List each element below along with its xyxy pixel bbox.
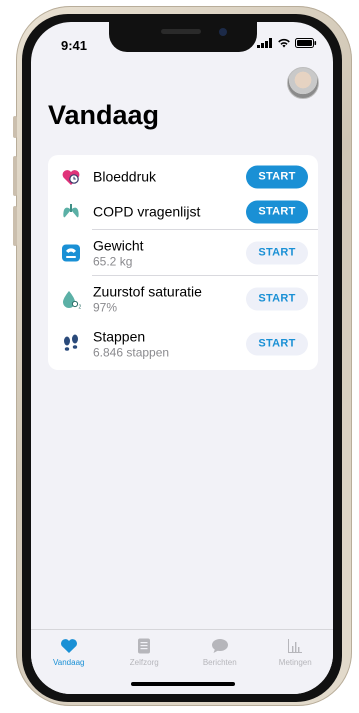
task-list: Bloeddruk START COPD vragenlijst START G… (48, 155, 318, 370)
battery-icon (295, 38, 317, 48)
screen: 9:41 Vandaag Bloeddruk START COPD vragen… (31, 22, 333, 694)
item-label: Stappen (93, 328, 146, 344)
volume-up-button (13, 156, 17, 196)
item-label: Gewicht (93, 237, 144, 253)
heart-icon (60, 639, 77, 653)
volume-down-button (13, 206, 17, 246)
start-button[interactable]: START (246, 200, 308, 223)
silent-switch (13, 116, 17, 138)
list-item[interactable]: Bloeddruk START (48, 159, 318, 194)
signal-icon (257, 38, 272, 48)
camera (219, 28, 227, 36)
wifi-icon (278, 38, 290, 48)
status-icons (257, 38, 317, 48)
tab-label: Berichten (202, 658, 237, 667)
chat-bubble-icon (211, 639, 228, 653)
lungs-icon (63, 203, 79, 217)
item-value: 97% (93, 300, 118, 314)
tab-label: Metingen (278, 658, 312, 667)
item-label: Bloeddruk (93, 168, 157, 184)
home-indicator (131, 682, 235, 686)
start-button[interactable]: START (246, 165, 308, 188)
start-button[interactable]: START (246, 287, 308, 310)
item-label: COPD vragenlijst (93, 203, 201, 219)
document-icon (138, 638, 151, 654)
page-title: Vandaag (48, 100, 160, 130)
heart-clock-icon (62, 169, 80, 185)
item-label: Zuurstof saturatie (93, 283, 202, 299)
oxygen-drop-icon: 2 (63, 290, 82, 309)
list-item[interactable]: COPD vragenlijst START (48, 194, 318, 229)
list-item[interactable]: Gewicht 65.2 kg START (48, 230, 318, 275)
bar-chart-icon (288, 639, 303, 653)
tab-metingen[interactable]: Metingen (258, 630, 334, 694)
notch (109, 22, 257, 52)
start-button[interactable]: START (246, 241, 308, 264)
status-time: 9:41 (61, 38, 88, 53)
tab-vandaag[interactable]: Vandaag (31, 630, 107, 694)
list-item[interactable]: 2 Zuurstof saturatie 97% START (48, 276, 318, 321)
svg-text:2: 2 (79, 304, 82, 309)
item-value: 6.846 stappen (93, 345, 170, 359)
list-item[interactable]: Stappen 6.846 stappen START (48, 321, 318, 366)
tab-label: Zelfzorg (129, 658, 159, 667)
avatar[interactable] (287, 67, 319, 99)
item-value: 65.2 kg (93, 254, 133, 268)
start-button[interactable]: START (246, 332, 308, 355)
footsteps-icon (64, 334, 78, 351)
speaker (161, 29, 201, 34)
scale-icon (62, 244, 80, 261)
tab-label: Vandaag (53, 658, 85, 667)
